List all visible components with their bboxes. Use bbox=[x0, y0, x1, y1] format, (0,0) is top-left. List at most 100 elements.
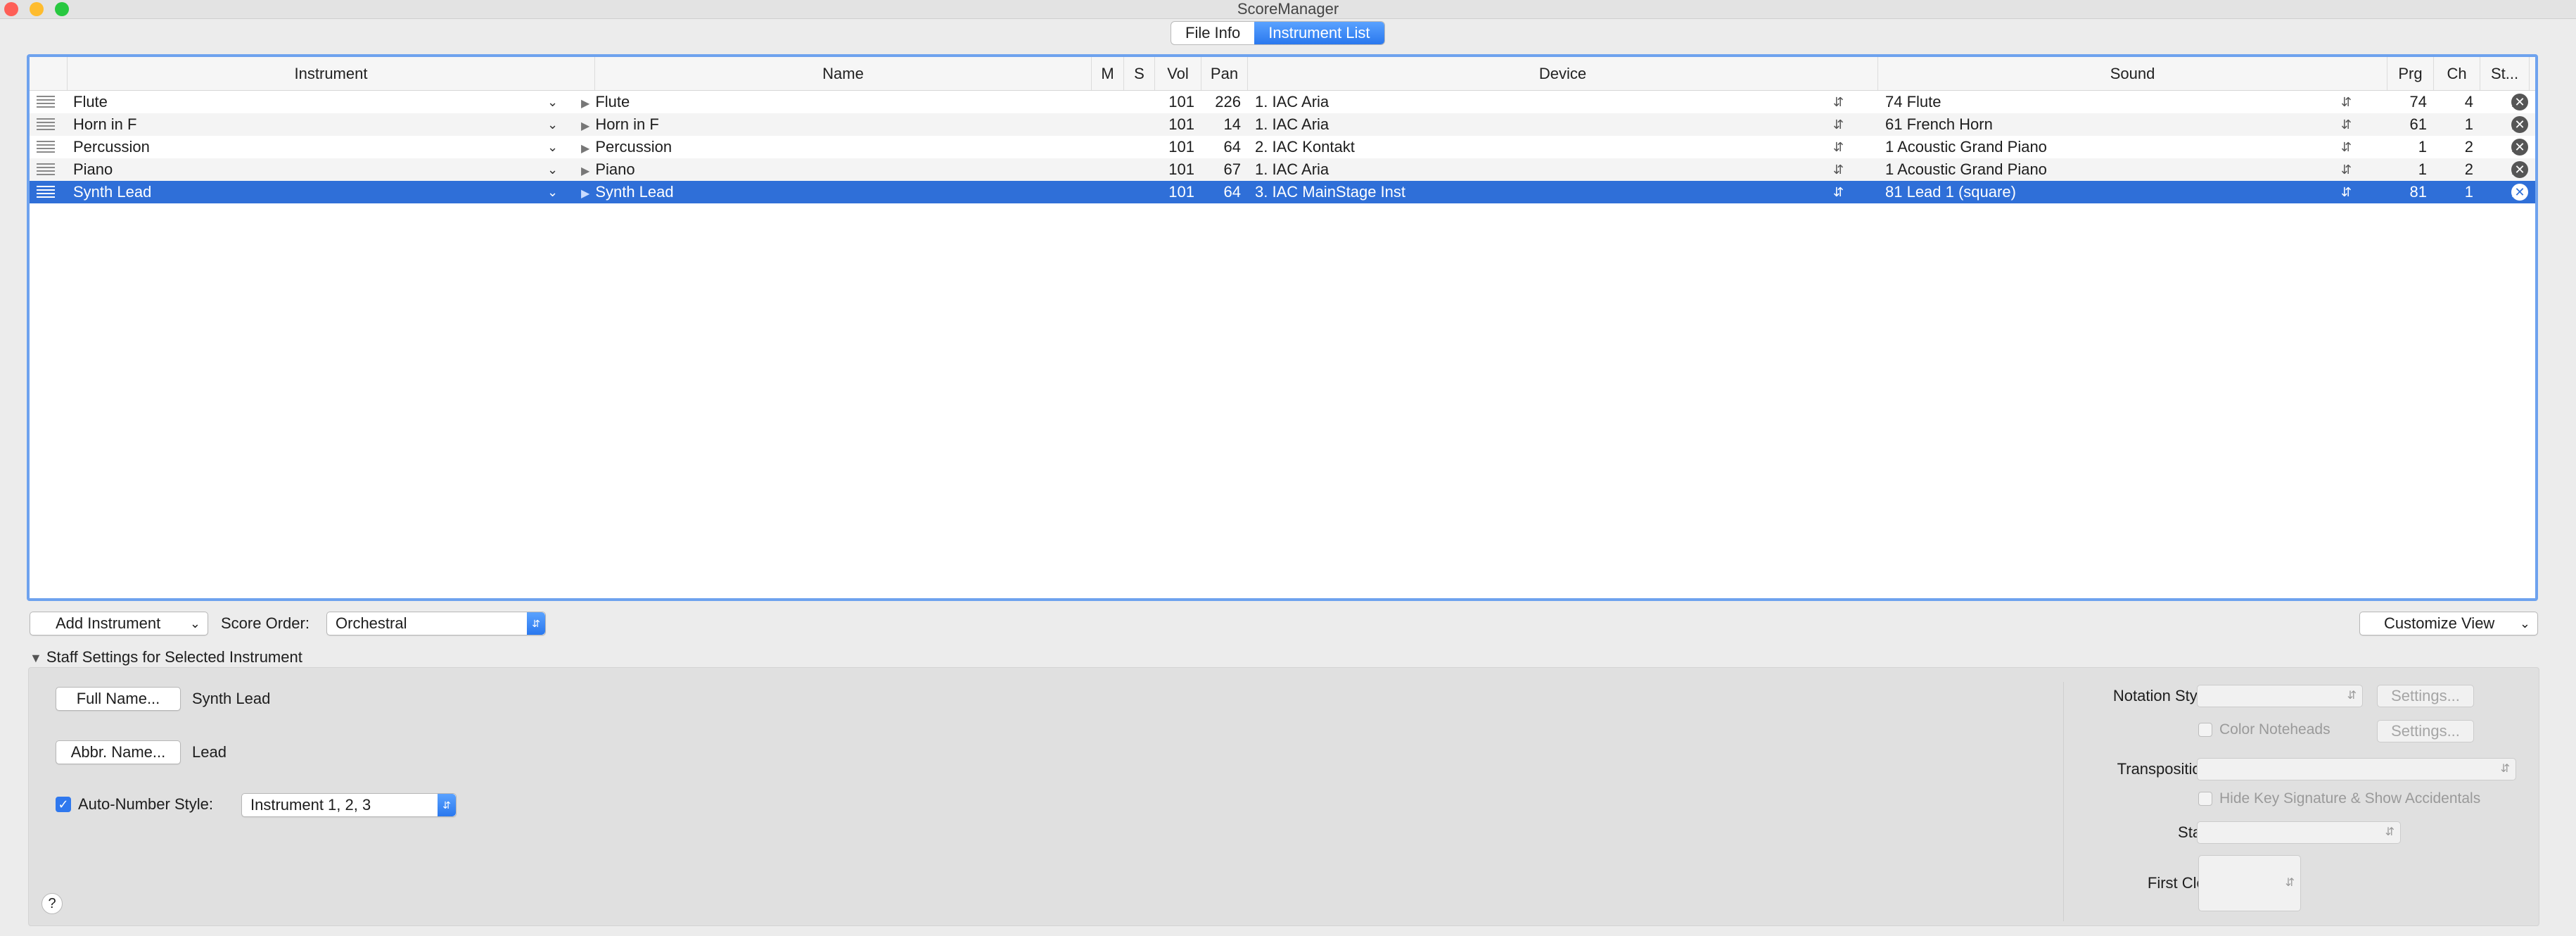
prg-cell[interactable]: 81 bbox=[2387, 181, 2434, 203]
drag-handle-icon[interactable] bbox=[37, 141, 55, 153]
header-name[interactable]: Name bbox=[595, 57, 1092, 90]
header-s[interactable]: S bbox=[1124, 57, 1155, 90]
instrument-cell[interactable]: Percussion bbox=[73, 136, 566, 158]
header-m[interactable]: M bbox=[1092, 57, 1124, 90]
updown-arrows-icon[interactable]: ⇵ bbox=[1833, 113, 1844, 136]
updown-arrows-icon[interactable]: ⇵ bbox=[2341, 91, 2352, 113]
chevron-down-icon[interactable]: ⌄ bbox=[547, 136, 558, 158]
instrument-cell[interactable]: Flute bbox=[73, 91, 566, 113]
disclosure-triangle-icon[interactable]: ▶ bbox=[581, 115, 589, 136]
device-cell[interactable]: 1. IAC Aria bbox=[1255, 91, 1846, 113]
first-clef-popup[interactable]: ⇵ bbox=[2198, 855, 2301, 911]
delete-row-icon[interactable]: ✕ bbox=[2511, 139, 2528, 156]
customize-view-popup[interactable]: Customize View ⌄ bbox=[2359, 612, 2538, 635]
auto-number-checkbox[interactable]: ✓ bbox=[56, 797, 71, 812]
header-prg[interactable]: Prg bbox=[2387, 57, 2434, 90]
vol-cell[interactable]: 101 bbox=[1155, 136, 1201, 158]
drag-handle-icon[interactable] bbox=[37, 186, 55, 198]
sound-cell[interactable]: 61 French Horn bbox=[1885, 113, 2349, 136]
notation-settings-button[interactable]: Settings... bbox=[2377, 685, 2474, 707]
sound-cell[interactable]: 81 Lead 1 (square) bbox=[1885, 181, 2349, 203]
name-cell[interactable]: ▶ Percussion bbox=[581, 136, 1073, 158]
prg-cell[interactable]: 1 bbox=[2387, 136, 2434, 158]
header-sound[interactable]: Sound bbox=[1878, 57, 2387, 90]
header-pan[interactable]: Pan bbox=[1201, 57, 1248, 90]
instrument-cell[interactable]: Synth Lead bbox=[73, 181, 566, 203]
vol-cell[interactable]: 101 bbox=[1155, 113, 1201, 136]
pan-cell[interactable]: 67 bbox=[1201, 158, 1248, 181]
chevron-down-icon[interactable]: ⌄ bbox=[547, 113, 558, 136]
drag-handle-icon[interactable] bbox=[37, 163, 55, 176]
drag-handle-icon[interactable] bbox=[37, 118, 55, 131]
updown-arrows-icon[interactable]: ⇵ bbox=[1833, 158, 1844, 181]
sound-cell[interactable]: 1 Acoustic Grand Piano bbox=[1885, 158, 2349, 181]
table-row[interactable]: Piano ⌄ ▶ Piano 101 67 1. IAC Aria ⇵ 1 Ac… bbox=[30, 158, 2535, 181]
disclosure-triangle-icon[interactable]: ▶ bbox=[581, 138, 589, 158]
sound-cell[interactable]: 1 Acoustic Grand Piano bbox=[1885, 136, 2349, 158]
table-row-selected[interactable]: Synth Lead ⌄ ▶ Synth Lead 101 64 3. IAC M… bbox=[30, 181, 2535, 203]
disclosure-triangle-icon[interactable]: ▶ bbox=[581, 183, 589, 203]
name-cell[interactable]: ▶ Piano bbox=[581, 158, 1073, 181]
full-name-button[interactable]: Full Name... bbox=[56, 687, 181, 711]
staff-settings-disclosure[interactable]: ▼ Staff Settings for Selected Instrument bbox=[30, 646, 302, 669]
abbr-name-button[interactable]: Abbr. Name... bbox=[56, 740, 181, 764]
chevron-down-icon[interactable]: ⌄ bbox=[547, 158, 558, 181]
delete-row-icon[interactable]: ✕ bbox=[2511, 184, 2528, 201]
tab-instrument-list[interactable]: Instrument List bbox=[1254, 22, 1384, 44]
prg-cell[interactable]: 74 bbox=[2387, 91, 2434, 113]
instrument-cell[interactable]: Piano bbox=[73, 158, 566, 181]
notation-style-popup[interactable]: ⇵ bbox=[2197, 685, 2363, 707]
prg-cell[interactable]: 61 bbox=[2387, 113, 2434, 136]
drag-handle-icon[interactable] bbox=[37, 96, 55, 108]
disclosure-triangle-icon[interactable]: ▶ bbox=[581, 93, 589, 113]
tab-file-info[interactable]: File Info bbox=[1171, 22, 1254, 44]
table-row[interactable]: Flute ⌄ ▶ Flute 101 226 1. IAC Aria ⇵ 74 … bbox=[30, 91, 2535, 113]
header-ch[interactable]: Ch bbox=[2434, 57, 2480, 90]
delete-row-icon[interactable]: ✕ bbox=[2511, 161, 2528, 178]
color-noteheads-checkbox[interactable] bbox=[2198, 723, 2212, 737]
updown-arrows-icon[interactable]: ⇵ bbox=[1833, 91, 1844, 113]
header-st[interactable]: St... bbox=[2480, 57, 2530, 90]
header-device[interactable]: Device bbox=[1248, 57, 1878, 90]
pan-cell[interactable]: 14 bbox=[1201, 113, 1248, 136]
updown-arrows-icon[interactable]: ⇵ bbox=[2341, 181, 2352, 203]
device-cell[interactable]: 2. IAC Kontakt bbox=[1255, 136, 1846, 158]
header-instrument[interactable]: Instrument bbox=[68, 57, 595, 90]
device-cell[interactable]: 1. IAC Aria bbox=[1255, 158, 1846, 181]
ch-cell[interactable]: 2 bbox=[2434, 158, 2480, 181]
ch-cell[interactable]: 2 bbox=[2434, 136, 2480, 158]
chevron-down-icon[interactable]: ⌄ bbox=[547, 181, 558, 203]
hide-key-signature-checkbox[interactable] bbox=[2198, 792, 2212, 806]
vol-cell[interactable]: 101 bbox=[1155, 91, 1201, 113]
help-button[interactable]: ? bbox=[42, 893, 63, 914]
score-order-popup[interactable]: Orchestral ⇵ bbox=[326, 612, 546, 635]
vol-cell[interactable]: 101 bbox=[1155, 181, 1201, 203]
ch-cell[interactable]: 1 bbox=[2434, 181, 2480, 203]
vol-cell[interactable]: 101 bbox=[1155, 158, 1201, 181]
staff-popup[interactable]: ⇵ bbox=[2197, 821, 2401, 844]
updown-arrows-icon[interactable]: ⇵ bbox=[2341, 113, 2352, 136]
name-cell[interactable]: ▶ Flute bbox=[581, 91, 1073, 113]
updown-arrows-icon[interactable]: ⇵ bbox=[1833, 136, 1844, 158]
device-cell[interactable]: 3. IAC MainStage Inst bbox=[1255, 181, 1846, 203]
ch-cell[interactable]: 4 bbox=[2434, 91, 2480, 113]
transposition-popup[interactable]: ⇵ bbox=[2197, 758, 2516, 780]
instrument-cell[interactable]: Horn in F bbox=[73, 113, 566, 136]
name-cell[interactable]: ▶ Synth Lead bbox=[581, 181, 1073, 203]
updown-arrows-icon[interactable]: ⇵ bbox=[2341, 136, 2352, 158]
ch-cell[interactable]: 1 bbox=[2434, 113, 2480, 136]
prg-cell[interactable]: 1 bbox=[2387, 158, 2434, 181]
updown-arrows-icon[interactable]: ⇵ bbox=[1833, 181, 1844, 203]
pan-cell[interactable]: 64 bbox=[1201, 181, 1248, 203]
name-cell[interactable]: ▶ Horn in F bbox=[581, 113, 1073, 136]
color-noteheads-settings-button[interactable]: Settings... bbox=[2377, 720, 2474, 742]
disclosure-triangle-icon[interactable]: ▶ bbox=[581, 160, 589, 181]
delete-row-icon[interactable]: ✕ bbox=[2511, 94, 2528, 110]
updown-arrows-icon[interactable]: ⇵ bbox=[2341, 158, 2352, 181]
chevron-down-icon[interactable]: ⌄ bbox=[547, 91, 558, 113]
device-cell[interactable]: 1. IAC Aria bbox=[1255, 113, 1846, 136]
table-row[interactable]: Percussion ⌄ ▶ Percussion 101 64 2. IAC K… bbox=[30, 136, 2535, 158]
auto-number-popup[interactable]: Instrument 1, 2, 3 ⇵ bbox=[241, 793, 457, 817]
pan-cell[interactable]: 64 bbox=[1201, 136, 1248, 158]
header-vol[interactable]: Vol bbox=[1155, 57, 1201, 90]
